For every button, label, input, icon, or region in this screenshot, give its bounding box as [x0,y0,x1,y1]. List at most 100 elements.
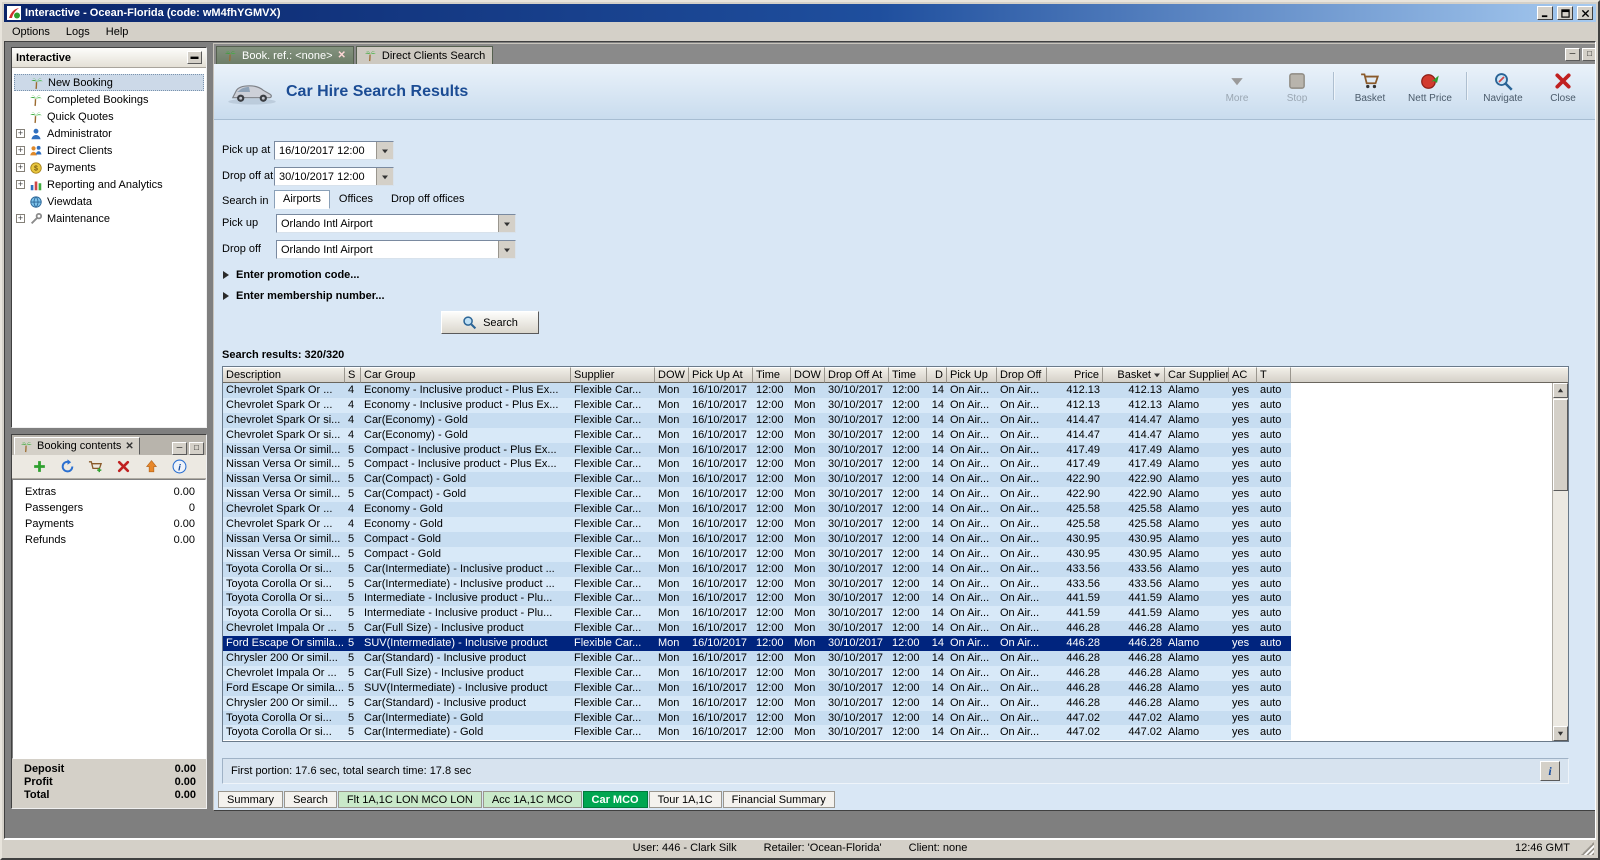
sidebar-item-direct-clients[interactable]: + Direct Clients [14,142,204,159]
column-header-s-1[interactable]: S [345,367,361,383]
membership-number-expander[interactable]: Enter membership number... [222,290,385,302]
table-row[interactable]: Nissan Versa Or simil... 5 Compact - Inclu… [223,457,1291,473]
expand-icon[interactable]: + [16,129,25,138]
scroll-up-button[interactable] [1553,383,1568,398]
child-maximize-button[interactable]: □ [1582,48,1595,61]
refresh-icon[interactable] [60,459,75,474]
table-row[interactable]: Chevrolet Spark Or ... 4 Economy - Inclusi… [223,397,1291,413]
sidebar-item-quick-quotes[interactable]: Quick Quotes [14,108,204,125]
resize-grip[interactable] [1581,842,1594,855]
stop-button[interactable]: Stop [1271,68,1323,104]
table-row[interactable]: Chevrolet Impala Or ... 5 Car(Full Size) -… [223,665,1291,681]
table-row[interactable]: Ford Escape Or simila... 5 SUV(Intermediat… [223,636,1291,652]
table-row[interactable]: Chevrolet Spark Or ... 4 Economy - Inclusi… [223,383,1291,398]
table-row[interactable]: Toyota Corolla Or si... 5 Car(Intermediate… [223,710,1291,726]
bottom-tab-car-mco[interactable]: Car MCO [582,791,648,808]
bottom-tab-acc-1a-1c-mco[interactable]: Acc 1A,1C MCO [482,791,582,808]
info-icon[interactable]: i [172,459,187,474]
menu-options[interactable]: Options [4,24,58,40]
expand-icon[interactable]: + [16,146,25,155]
menu-help[interactable]: Help [98,24,137,40]
sidebar-item-payments[interactable]: + $ Payments [14,159,204,176]
doc-tab-book-ref-none[interactable]: Book. ref.: <none> ✕ [216,46,354,64]
basket-button[interactable]: Basket [1344,68,1396,104]
table-row[interactable]: Nissan Versa Or simil... 5 Compact - Gold F… [223,531,1291,547]
navigate-button[interactable]: Navigate [1477,68,1529,104]
info-button[interactable]: i [1540,761,1560,781]
table-row[interactable]: Toyota Corolla Or si... 5 Intermediate - I… [223,606,1291,622]
table-row[interactable]: Chevrolet Spark Or ... 4 Economy - Gold Fle… [223,517,1291,532]
close-panel-icon[interactable]: ✕ [125,441,133,452]
add-icon[interactable] [32,459,47,474]
table-row[interactable]: Chevrolet Spark Or si... 4 Car(Economy) - … [223,412,1291,428]
column-header-t-17[interactable]: T [1257,367,1291,383]
promotion-code-expander[interactable]: Enter promotion code... [222,269,359,281]
scrollbar-thumb[interactable] [1553,399,1568,491]
dropdown-button[interactable] [376,142,393,159]
table-row[interactable]: Toyota Corolla Or si... 5 Car(Intermediate… [223,725,1291,741]
search-in-tab-drop-off-offices[interactable]: Drop off offices [382,190,474,209]
column-header-time-9[interactable]: Time [889,367,927,383]
bottom-tab-summary[interactable]: Summary [218,791,284,808]
panel-minimize-button[interactable]: ─ [172,442,187,455]
maximize-button[interactable] [1557,6,1573,20]
search-button[interactable]: Search [441,311,539,334]
column-header-pick-up-11[interactable]: Pick Up [947,367,997,383]
column-header-pick-up-at-5[interactable]: Pick Up At [689,367,753,383]
child-minimize-button[interactable]: ─ [1565,48,1580,61]
bottom-tab-flt-1a-1c-lon-mco-lon[interactable]: Flt 1A,1C LON MCO LON [337,791,482,808]
vertical-scrollbar[interactable] [1552,383,1568,741]
column-header-car-group-2[interactable]: Car Group [361,367,571,383]
search-in-tab-airports[interactable]: Airports [274,190,330,209]
booking-contents-tab[interactable]: Booking contents ✕ [14,437,140,455]
table-row[interactable]: Toyota Corolla Or si... 5 Car(Intermediate… [223,576,1291,592]
column-header-d-10[interactable]: D [927,367,947,383]
expand-icon[interactable]: + [16,214,25,223]
menu-logs[interactable]: Logs [58,24,98,40]
search-in-tab-offices[interactable]: Offices [330,190,382,209]
minimize-button[interactable] [1537,6,1553,20]
more-button[interactable]: More [1211,68,1263,104]
column-header-drop-off-at-8[interactable]: Drop Off At [825,367,889,383]
delete-icon[interactable] [116,459,131,474]
sidebar-item-completed-bookings[interactable]: Completed Bookings [14,91,204,108]
move-up-icon[interactable] [144,459,159,474]
table-row[interactable]: Nissan Versa Or simil... 5 Car(Compact) - … [223,472,1291,488]
doc-tab-direct-clients-search[interactable]: Direct Clients Search [355,46,494,64]
table-row[interactable]: Chrysler 200 Or simil... 5 Car(Standard) -… [223,695,1291,711]
nett-price-button[interactable]: Nett Price [1404,68,1456,104]
sidebar-item-administrator[interactable]: + Administrator [14,125,204,142]
table-row[interactable]: Toyota Corolla Or si... 5 Intermediate - I… [223,591,1291,607]
basket-add-icon[interactable] [88,459,103,474]
table-row[interactable]: Chevrolet Spark Or ... 4 Economy - Gold Fle… [223,502,1291,518]
table-row[interactable]: Nissan Versa Or simil... 5 Car(Compact) - … [223,487,1291,503]
close-tab-icon[interactable]: ✕ [338,50,346,61]
table-row[interactable]: Chevrolet Impala Or ... 5 Car(Full Size) -… [223,621,1291,637]
panel-maximize-button[interactable]: □ [189,442,204,455]
table-row[interactable]: Toyota Corolla Or si... 5 Car(Intermediate… [223,561,1291,577]
pickup-location-combo[interactable]: Orlando Intl Airport [276,214,516,233]
column-header-car-supplier-15[interactable]: Car Supplier [1165,367,1229,383]
table-row[interactable]: Nissan Versa Or simil... 5 Compact - Gold F… [223,546,1291,562]
column-header-basket-14[interactable]: Basket [1103,367,1165,383]
dropdown-button[interactable] [376,168,393,185]
column-header-supplier-3[interactable]: Supplier [571,367,655,383]
dropoff-location-combo[interactable]: Orlando Intl Airport [276,240,516,259]
column-header-dow-4[interactable]: DOW [655,367,689,383]
column-header-ac-16[interactable]: AC [1229,367,1257,383]
collapse-panel-button[interactable]: ▬ [187,51,202,64]
scroll-down-button[interactable] [1553,726,1568,741]
column-header-description-0[interactable]: Description [223,367,345,383]
table-row[interactable]: Ford Escape Or simila... 5 SUV(Intermediat… [223,680,1291,696]
column-header-price-13[interactable]: Price [1047,367,1103,383]
table-row[interactable]: Chrysler 200 Or simil... 5 Car(Standard) -… [223,651,1291,666]
dropdown-button[interactable] [498,215,515,232]
close-window-button[interactable] [1577,6,1593,20]
table-row[interactable]: Chevrolet Spark Or si... 4 Car(Economy) - … [223,427,1291,443]
bottom-tab-financial-summary[interactable]: Financial Summary [722,791,835,808]
column-header-time-6[interactable]: Time [753,367,791,383]
column-header-dow-7[interactable]: DOW [791,367,825,383]
pickup-at-combo[interactable]: 16/10/2017 12:00 [274,141,394,160]
sidebar-item-maintenance[interactable]: + Maintenance [14,210,204,227]
bottom-tab-search[interactable]: Search [284,791,337,808]
